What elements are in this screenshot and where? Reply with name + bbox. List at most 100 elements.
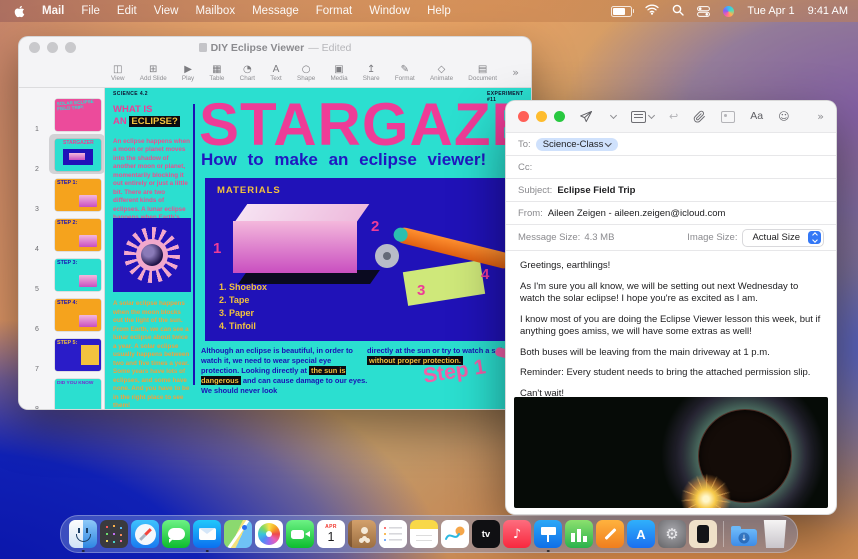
toolbar-play-button[interactable]: ▶Play <box>182 64 194 82</box>
dock-downloads[interactable]: ↓ <box>730 520 758 548</box>
menu-item-help[interactable]: Help <box>427 5 451 17</box>
minimize-button[interactable] <box>536 111 547 122</box>
send-icon[interactable] <box>579 110 593 124</box>
dock-calendar[interactable]: APR1 <box>317 520 345 548</box>
eclipse-photo-attachment[interactable] <box>514 397 828 508</box>
dock-music[interactable]: ♪ <box>503 520 531 548</box>
dock-finder[interactable] <box>69 520 97 548</box>
dock-iphone-mirroring[interactable] <box>689 520 717 548</box>
document-sidebar-icon: ▤ <box>478 64 487 75</box>
dock-apple-tv[interactable]: tv <box>472 520 500 548</box>
cc-field[interactable]: Cc: <box>506 155 836 178</box>
toolbar-animate-button[interactable]: ◇Animate <box>430 64 453 82</box>
slide-navigator: 1SOLAR ECLIPSE FIELD TRIP! 2STARGAZER 3S… <box>19 88 105 409</box>
insert-photo-icon[interactable] <box>721 111 735 123</box>
eclipse-paragraph-2: A solar eclipse happens when the moon bl… <box>113 300 191 409</box>
tape-icon <box>375 244 399 268</box>
mail-toolbar-overflow-icon[interactable]: » <box>817 110 824 123</box>
menu-item-edit[interactable]: Edit <box>117 5 137 17</box>
toolbar-overflow-icon[interactable]: » <box>512 66 519 79</box>
keynote-window: DIY Eclipse Viewer — Edited ◫View ⊞Add S… <box>18 36 532 410</box>
menu-item-file[interactable]: File <box>81 5 100 17</box>
slide-thumbnail-2-selected[interactable]: 2STARGAZER <box>19 135 104 175</box>
format-aa-icon[interactable]: Aa <box>750 111 763 122</box>
reply-icon[interactable]: ↩ <box>669 111 678 122</box>
menu-item-format[interactable]: Format <box>316 5 352 17</box>
dock-facetime[interactable] <box>286 520 314 548</box>
attach-icon[interactable] <box>693 110 706 123</box>
dock-pages[interactable] <box>596 520 624 548</box>
toolbar-share-button[interactable]: ↥Share <box>363 64 380 82</box>
keynote-titlebar: DIY Eclipse Viewer — Edited <box>19 37 531 58</box>
body-paragraph: Both buses will be leaving from the main… <box>520 347 822 360</box>
dock-app-store[interactable]: A <box>627 520 655 548</box>
dock-contacts[interactable] <box>348 520 376 548</box>
mail-toolbar: ↩ Aa ☺ » <box>506 101 836 132</box>
slide-thumbnail-8[interactable]: 8DID YOU KNOW <box>19 375 104 409</box>
slide-thumbnail-7[interactable]: 7STEP 5: <box>19 335 104 375</box>
dock-safari[interactable] <box>131 520 159 548</box>
toolbar-view-button[interactable]: ◫View <box>111 64 125 82</box>
toolbar-shape-button[interactable]: ○Shape <box>297 64 315 82</box>
siri-icon[interactable] <box>723 6 734 17</box>
toolbar-chart-button[interactable]: ◔Chart <box>240 64 255 82</box>
control-center-icon[interactable] <box>697 6 710 17</box>
toolbar-table-button[interactable]: ▦Table <box>209 64 224 82</box>
toolbar-text-button[interactable]: AText <box>270 64 282 82</box>
toolbar-format-button[interactable]: ✎Format <box>395 64 415 82</box>
zoom-button[interactable] <box>554 111 565 122</box>
slide-thumbnail-1[interactable]: 1SOLAR ECLIPSE FIELD TRIP! <box>19 95 104 135</box>
menu-item-mailbox[interactable]: Mailbox <box>195 5 235 17</box>
message-size-label: Message Size: <box>518 232 580 243</box>
menu-bar-date[interactable]: Tue Apr 1 <box>747 5 794 17</box>
image-size-select[interactable]: Actual Size <box>742 229 824 247</box>
send-options-chevron-icon[interactable] <box>608 115 616 118</box>
share-icon: ↥ <box>367 64 375 75</box>
wifi-icon[interactable] <box>645 4 659 18</box>
dock-notes[interactable] <box>410 520 438 548</box>
dock-reminders[interactable] <box>379 520 407 548</box>
size-row: Message Size: 4.3 MB Image Size: Actual … <box>506 224 836 250</box>
menu-item-message[interactable]: Message <box>252 5 299 17</box>
to-field[interactable]: To: Science-Class <box>506 132 836 155</box>
subject-label: Subject: <box>518 185 552 196</box>
dock-mail[interactable] <box>193 520 221 548</box>
toolbar-media-button[interactable]: ▣Media <box>330 64 347 82</box>
slide-thumbnail-6[interactable]: 6STEP 4: <box>19 295 104 335</box>
dock-system-settings[interactable]: ⚙ <box>658 520 686 548</box>
from-field[interactable]: From: Aileen Zeigen - aileen.zeigen@iclo… <box>506 201 836 224</box>
apple-menu[interactable] <box>14 5 25 18</box>
slide-canvas[interactable]: SCIENCE 4.2 EXPERIMENT #11 WHAT IS AN EC… <box>105 88 531 409</box>
dock-trash[interactable] <box>761 520 789 548</box>
slide-thumbnail-3[interactable]: 3STEP 1: <box>19 175 104 215</box>
subject-field[interactable]: Subject: Eclipse Field Trip <box>506 178 836 201</box>
menu-item-window[interactable]: Window <box>369 5 410 17</box>
slide-thumbnail-4[interactable]: 4STEP 2: <box>19 215 104 255</box>
spotlight-icon[interactable] <box>672 4 684 19</box>
dock-maps[interactable] <box>224 520 252 548</box>
toolbar-add-slide-button[interactable]: ⊞Add Slide <box>140 64 167 82</box>
menu-item-view[interactable]: View <box>154 5 179 17</box>
battery-icon[interactable] <box>611 6 632 17</box>
recipient-token[interactable]: Science-Class <box>536 138 618 151</box>
menu-bar-time[interactable]: 9:41 AM <box>808 5 848 17</box>
dock-numbers[interactable] <box>565 520 593 548</box>
header-fields-icon[interactable] <box>631 111 654 123</box>
toolbar-document-button[interactable]: ▤Document <box>468 64 497 82</box>
dock-keynote[interactable] <box>534 520 562 548</box>
slide-title: STARGAZER <box>199 90 531 159</box>
close-button[interactable] <box>518 111 529 122</box>
emoji-icon[interactable]: ☺ <box>778 111 789 122</box>
dock-messages[interactable] <box>162 520 190 548</box>
dock-launchpad[interactable] <box>100 520 128 548</box>
menu-item-mail[interactable]: Mail <box>42 5 64 17</box>
mail-window-controls[interactable] <box>518 111 565 122</box>
slide-thumbnail-5[interactable]: 5STEP 3: <box>19 255 104 295</box>
body-paragraph: As I'm sure you all know, we will be set… <box>520 281 822 306</box>
token-chevron-icon <box>605 140 611 146</box>
eclipse-heading: WHAT IS AN ECLIPSE? <box>113 104 191 128</box>
cc-label: Cc: <box>518 162 532 173</box>
dock-photos[interactable] <box>255 520 283 548</box>
dock-freeform[interactable] <box>441 520 469 548</box>
text-icon: A <box>273 64 280 75</box>
